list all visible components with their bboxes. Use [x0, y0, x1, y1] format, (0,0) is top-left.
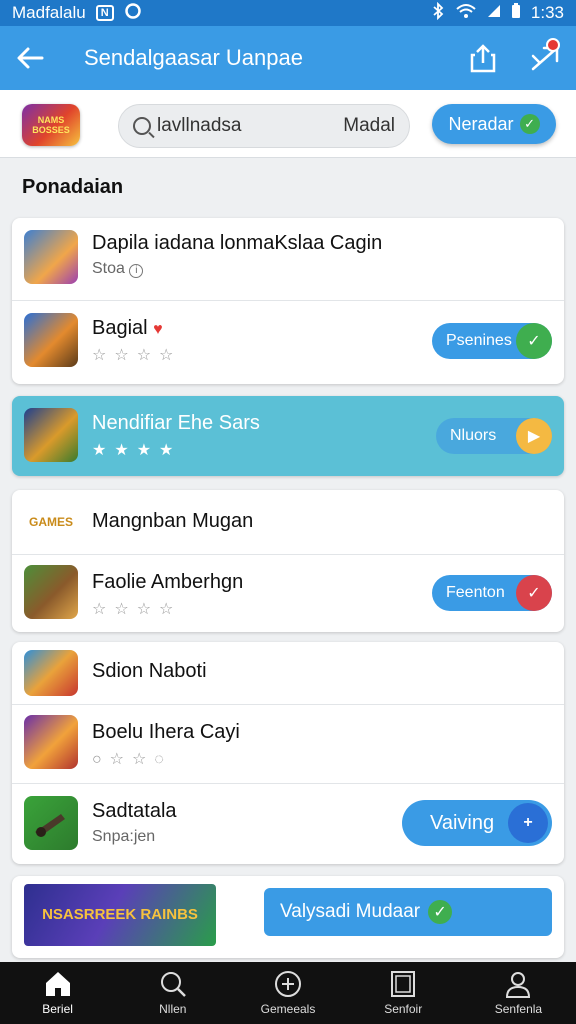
back-button[interactable]	[0, 26, 60, 90]
game-thumbnail	[24, 313, 78, 367]
check-icon: ✓	[428, 900, 453, 924]
star-rating: ☆☆☆☆	[92, 601, 182, 618]
sync-icon	[124, 2, 142, 25]
install-button[interactable]: Psenines ✓	[432, 323, 552, 359]
game-card: Sdion Naboti Boelu Ihera Cayi ○☆☆◌ Sadta…	[12, 642, 564, 864]
game-title: Mangnban Mugan	[92, 510, 254, 532]
bottom-tab-bar: Beriel Nllen Gemeeals Senfoir Senfenla	[0, 962, 576, 1024]
download-button[interactable]: Vaiving +	[402, 800, 552, 846]
carrier-label: Madfalalu	[12, 3, 86, 22]
app-bar: Sendalgaasar Uanpae	[0, 26, 576, 90]
search-scope[interactable]: Madal	[343, 115, 395, 137]
tab-explore[interactable]: Gemeeals	[230, 962, 345, 1024]
game-title: Faolie Amberhgn	[92, 571, 244, 593]
promo-card: NSASRREEK RAINBS Valysadi Mudaar ✓	[12, 876, 564, 958]
list-item[interactable]: NSASRREEK RAINBS Valysadi Mudaar ✓	[12, 876, 564, 958]
person-icon	[506, 972, 531, 998]
search-icon	[133, 117, 151, 135]
square-icon	[391, 971, 416, 997]
arrow-left-icon	[17, 47, 44, 69]
list-item[interactable]: Sadtatala Snpa:jen Vaiving +	[12, 784, 564, 864]
filter-button-label: Neradar	[448, 113, 514, 134]
share-button[interactable]	[452, 26, 514, 90]
game-thumbnail	[24, 796, 78, 850]
list-item[interactable]: Dapila iadana lonmaKslaa Cagin Stoa i	[12, 218, 564, 300]
search-icon	[160, 972, 186, 997]
game-card-highlighted: Nendifiar Ehe Sars ★★★★ Nluors ▶	[12, 396, 564, 476]
home-icon	[45, 972, 70, 996]
section-title: Ponadaian	[22, 176, 124, 198]
status-bar: Madfalalu N 1:33	[0, 0, 576, 26]
game-thumbnail	[24, 230, 78, 284]
tab-home[interactable]: Beriel	[0, 962, 115, 1024]
download-icon: +	[508, 803, 548, 843]
list-item[interactable]: Boelu Ihera Cayi ○☆☆◌	[12, 705, 564, 783]
game-title: Sadtatala	[92, 800, 177, 822]
send-button[interactable]	[514, 26, 576, 90]
promo-banner: NSASRREEK RAINBS	[24, 884, 216, 946]
list-item[interactable]: Faolie Amberhgn ☆☆☆☆ Feenton ✓	[12, 555, 564, 632]
game-subtitle: Snpa:jen	[92, 828, 156, 845]
promo-action-button[interactable]: Valysadi Mudaar ✓	[264, 888, 552, 936]
compass-icon	[275, 971, 301, 997]
filter-button[interactable]: Neradar ✓	[432, 104, 556, 144]
notification-badge	[546, 38, 560, 52]
check-icon: ✓	[519, 114, 540, 134]
game-thumbnail	[24, 408, 78, 462]
tab-profile[interactable]: Senfenla	[461, 962, 576, 1024]
game-thumbnail	[24, 650, 78, 696]
check-icon: ✓	[516, 323, 552, 359]
game-subtitle: Stoa i	[92, 260, 144, 278]
search-query: lavllnadsa	[157, 115, 242, 136]
app-logo[interactable]: NAMS BOSSES	[22, 104, 80, 146]
star-rating: ★★★★	[92, 442, 182, 459]
game-thumbnail	[24, 565, 78, 619]
cancel-icon: ✓	[516, 575, 552, 611]
play-button[interactable]: Nluors ▶	[436, 418, 552, 454]
game-thumbnail: GAMES	[24, 498, 78, 546]
tab-library[interactable]: Senfoir	[346, 962, 461, 1024]
heart-icon: ♥	[153, 321, 163, 338]
bluetooth-icon	[431, 1, 445, 25]
cannon-icon	[35, 814, 65, 837]
game-card: GAMES Mangnban Mugan Faolie Amberhgn ☆☆☆…	[12, 490, 564, 632]
signal-icon	[487, 3, 501, 23]
game-title: Nendifiar Ehe Sars	[92, 412, 260, 434]
wifi-icon	[455, 3, 477, 24]
share-icon	[470, 44, 496, 73]
clock-time: 1:33	[530, 3, 564, 22]
game-thumbnail	[24, 715, 78, 769]
tab-search[interactable]: Nllen	[115, 962, 230, 1024]
search-input[interactable]: lavllnadsa Madal	[118, 104, 410, 148]
info-icon: i	[129, 264, 144, 278]
list-item[interactable]: Nendifiar Ehe Sars ★★★★ Nluors ▶	[12, 396, 564, 476]
list-item[interactable]: GAMES Mangnban Mugan	[12, 490, 564, 554]
notification-icon: N	[95, 5, 114, 21]
game-title: Sdion Naboti	[92, 660, 207, 682]
play-icon: ▶	[516, 418, 552, 454]
cancel-button[interactable]: Feenton ✓	[432, 575, 552, 611]
star-rating: ○☆☆◌	[92, 751, 172, 768]
page-title: Sendalgaasar Uanpae	[84, 45, 303, 70]
game-title: Bagial ♥	[92, 317, 163, 339]
game-title: Boelu Ihera Cayi	[92, 721, 240, 743]
star-rating: ☆☆☆☆	[92, 347, 182, 364]
battery-icon	[511, 2, 521, 24]
list-item[interactable]: Sdion Naboti	[12, 642, 564, 704]
game-title: Dapila iadana lonmaKslaa Cagin	[92, 232, 383, 254]
game-card: Dapila iadana lonmaKslaa Cagin Stoa i Ba…	[12, 218, 564, 384]
list-item[interactable]: Bagial ♥ ☆☆☆☆ Psenines ✓	[12, 301, 564, 384]
